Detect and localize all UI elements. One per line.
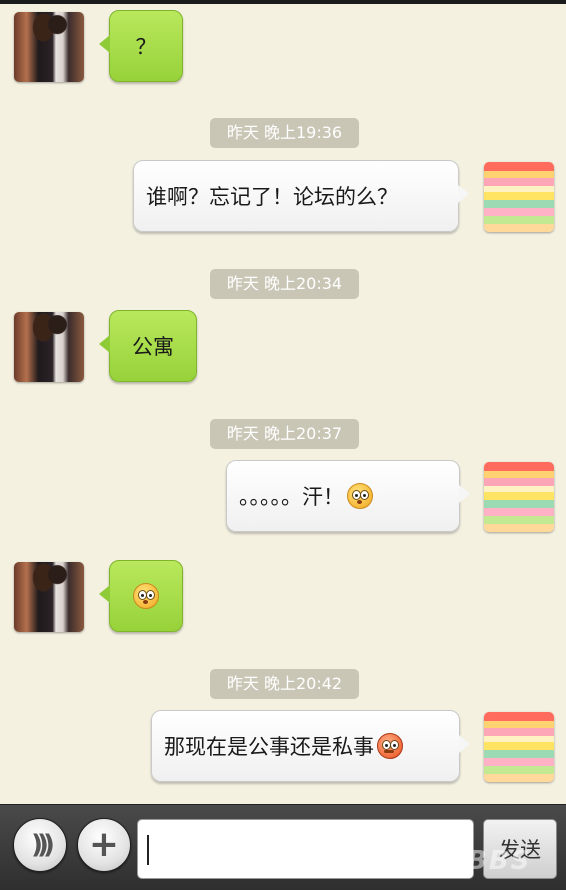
- my-avatar[interactable]: [484, 712, 554, 782]
- message-text: 那现在是公事还是私事: [164, 735, 374, 759]
- angry-face-icon: [377, 733, 403, 759]
- shocked-face-icon: [133, 583, 159, 609]
- my-avatar[interactable]: [484, 462, 554, 532]
- plus-icon: +: [88, 824, 120, 865]
- contact-avatar[interactable]: [14, 12, 84, 82]
- outgoing-message-bubble[interactable]: 。。。。。汗！: [226, 460, 470, 532]
- contact-avatar[interactable]: [14, 562, 84, 632]
- status-strip: [0, 0, 566, 4]
- outgoing-message-bubble[interactable]: 那现在是公事还是私事: [151, 710, 470, 782]
- watermark-bbs: BBS: [467, 846, 532, 876]
- watermark-en: KUNSHAN: [366, 854, 459, 873]
- incoming-message-bubble[interactable]: 公寓: [99, 310, 197, 382]
- timestamp-label: 昨天 晚上20:37: [210, 419, 359, 449]
- watermark: 昆山论坛 KUNSHAN BBS: [366, 832, 532, 876]
- message-text: 谁啊？忘记了！论坛的么？: [146, 185, 398, 209]
- voice-input-button[interactable]: ))): [13, 818, 67, 872]
- incoming-message-bubble[interactable]: ？: [99, 10, 183, 82]
- text-cursor: [147, 835, 149, 865]
- voice-icon: ))): [31, 830, 55, 860]
- incoming-message-bubble[interactable]: [99, 560, 183, 632]
- attach-button[interactable]: +: [77, 818, 131, 872]
- my-avatar[interactable]: [484, 162, 554, 232]
- outgoing-message-bubble[interactable]: 谁啊？忘记了！论坛的么？: [133, 160, 469, 232]
- watermark-cn: 昆山论坛: [414, 832, 467, 847]
- message-text: ？: [135, 35, 157, 59]
- timestamp-label: 昨天 晚上20:34: [210, 269, 359, 299]
- timestamp-label: 昨天 晚上19:36: [210, 118, 359, 148]
- shocked-face-icon: [347, 483, 373, 509]
- timestamp-label: 昨天 晚上20:42: [210, 669, 359, 699]
- message-text: 。。。。。汗！: [239, 485, 344, 509]
- contact-avatar[interactable]: [14, 312, 84, 382]
- message-text: 公寓: [132, 335, 174, 359]
